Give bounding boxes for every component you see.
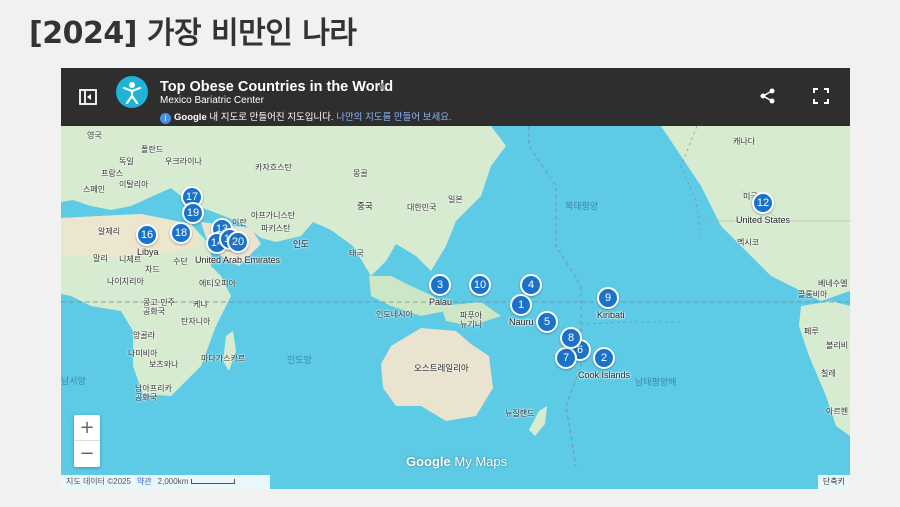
create-map-link[interactable]: 나만의 지도를 만들어 보세요.	[336, 112, 451, 123]
label-argentina: 아르헨	[826, 407, 849, 416]
pin-label-uae: United Arab Emirates	[195, 255, 281, 265]
map-pin-3[interactable]: 3	[429, 274, 451, 296]
map-pin-5[interactable]: 5	[536, 311, 558, 333]
keyboard-shortcuts-link[interactable]: 단축키	[817, 475, 850, 489]
pin-label-palau: Palau	[429, 297, 453, 307]
zoom-out-button[interactable]: −	[74, 441, 100, 467]
label-peru: 페루	[804, 327, 819, 336]
label-canada: 캐나다	[733, 137, 756, 146]
label-france: 프랑스	[101, 169, 124, 178]
map-subtitle: Mexico Bariatric Center	[160, 95, 264, 106]
panel-toggle-icon[interactable]	[78, 88, 98, 106]
map-pin-12[interactable]: 12	[752, 192, 774, 214]
label-pakistan: 파키스탄	[261, 224, 291, 233]
label-madagascar: 마다가스카르	[201, 354, 246, 363]
embedded-map[interactable]: Top Obese Countries in the World ★ Mexic…	[61, 68, 850, 489]
map-pin-20[interactable]: 20	[227, 231, 249, 253]
pin-label-kiribati: Kiribati	[597, 310, 625, 320]
label-sudan: 수단	[173, 257, 188, 266]
label-italy: 이탈리아	[119, 180, 149, 189]
label-iran: 이란	[232, 218, 247, 227]
label-south-africa: 남아프리카 공화국	[135, 384, 172, 402]
label-nigeria: 나이지리아	[107, 277, 144, 286]
map-pin-16[interactable]: 16	[136, 224, 158, 246]
map-pin-1[interactable]: 1	[510, 294, 532, 316]
label-chad: 차드	[145, 265, 160, 274]
label-north-pacific: 북태평양	[565, 202, 599, 212]
zoom-control: + −	[74, 415, 100, 467]
share-icon[interactable]	[759, 87, 777, 105]
fullscreen-icon[interactable]	[812, 87, 830, 105]
pin-label-united-states: United States	[736, 215, 791, 225]
map-pin-2[interactable]: 2	[593, 347, 615, 369]
label-tanzania: 탄자니아	[181, 317, 211, 326]
google-my-maps-logo: Google My Maps	[406, 454, 508, 469]
label-botswana: 보츠와나	[149, 360, 179, 369]
label-indonesia: 인도네시아	[376, 310, 413, 319]
label-png: 파푸아 뉴기니	[460, 311, 483, 329]
label-uk: 영국	[87, 131, 102, 140]
label-mexico: 멕시코	[737, 238, 760, 247]
label-south-atlantic: 남서양	[61, 377, 86, 387]
person-logo-icon	[116, 76, 148, 108]
label-colombia: 콜롬비아	[798, 290, 828, 299]
info-icon: i	[160, 113, 171, 124]
world-map-background	[61, 126, 850, 489]
info-line: i Google 내 지도로 만들어진 지도입니다. 나만의 지도를 만들어 보세…	[160, 109, 452, 124]
label-drc: 콩고 민주 공화국	[143, 298, 175, 316]
page-title: [2024] 가장 비만인 나라	[29, 16, 357, 51]
label-indian-ocean: 인도양	[287, 356, 312, 366]
pin-label-nauru: Nauru	[509, 317, 534, 327]
label-angola: 앙골라	[133, 331, 156, 340]
label-poland: 폴란드	[141, 145, 164, 154]
label-ethiopia: 에티오피아	[199, 279, 236, 288]
label-germany: 독일	[119, 157, 134, 166]
label-japan: 일본	[448, 195, 463, 204]
info-google: Google	[174, 112, 207, 123]
scale-bar	[191, 479, 236, 484]
scale-label: 2,000km	[157, 477, 189, 486]
label-mali: 말리	[93, 254, 108, 263]
map-pin-7[interactable]: 7	[555, 347, 577, 369]
map-pin-4[interactable]: 4	[520, 274, 542, 296]
label-india: 인도	[293, 240, 309, 250]
label-algeria: 알제리	[98, 227, 121, 236]
label-afghanistan: 아프가니스탄	[251, 211, 296, 220]
info-text: 내 지도로 만들어진 지도입니다.	[206, 112, 337, 123]
zoom-in-button[interactable]: +	[74, 415, 100, 441]
label-south-pacific: 남태평양해	[635, 378, 677, 388]
map-pin-18[interactable]: 18	[170, 222, 192, 244]
label-china: 중국	[357, 202, 373, 212]
label-venezuela: 베네수엘	[818, 279, 848, 288]
map-pin-19[interactable]: 19	[182, 202, 204, 224]
pin-label-libya: Libya	[137, 247, 159, 257]
label-mongolia: 몽골	[353, 169, 368, 178]
label-ukraine: 우크라이나	[165, 157, 202, 166]
terms-link[interactable]: 약관	[137, 477, 152, 486]
label-spain: 스페인	[83, 185, 106, 194]
label-chile: 칠레	[821, 369, 836, 378]
label-bolivia: 볼리비	[826, 341, 849, 350]
map-pin-10[interactable]: 10	[469, 274, 491, 296]
label-kazakhstan: 카자흐스탄	[255, 163, 292, 172]
label-namibia: 나미비아	[128, 349, 158, 358]
map-attribution-bar: 지도 데이터 ©2025 약관 2,000km	[61, 475, 270, 489]
map-title: Top Obese Countries in the World	[160, 79, 394, 95]
label-new-zealand: 뉴질랜드	[505, 409, 535, 418]
map-pin-8[interactable]: 8	[560, 327, 582, 349]
map-pin-9[interactable]: 9	[597, 287, 619, 309]
attribution-text: 지도 데이터 ©2025	[66, 477, 131, 486]
label-thailand: 태국	[349, 249, 364, 258]
star-icon[interactable]: ★	[377, 80, 388, 94]
pin-label-cook-islands: Cook Islands	[578, 370, 631, 380]
map-header: Top Obese Countries in the World ★ Mexic…	[61, 68, 850, 126]
label-kenya: 케냐	[193, 300, 208, 309]
label-australia: 오스트레일리아	[414, 364, 469, 374]
label-korea: 대한민국	[407, 203, 437, 212]
